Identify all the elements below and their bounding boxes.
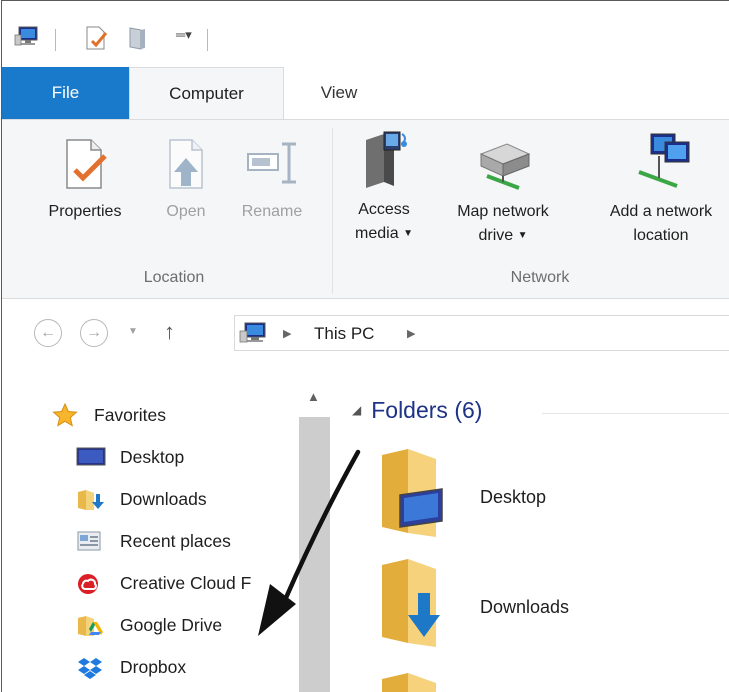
network-location-icon — [638, 133, 690, 188]
add-network-location-label-line1: Add a network — [609, 203, 713, 220]
folder-label: Desktop — [480, 487, 547, 507]
sidebar-item-label: Dropbox — [120, 657, 187, 677]
ribbon-group-separator — [332, 128, 333, 294]
access-media-button[interactable]: Access media ▼ — [342, 120, 426, 246]
toolbar-separator — [207, 29, 208, 51]
navigation-scrollbar[interactable]: ▲ — [298, 381, 331, 692]
map-network-drive-dropdown-icon[interactable]: ▼ — [518, 230, 528, 241]
content-pane: ◢ Folders (6) Desktop Downloads — [330, 373, 729, 692]
desktop-folder-icon — [382, 449, 443, 537]
back-button[interactable]: ← — [34, 319, 62, 347]
location-group-label: Location — [143, 269, 205, 286]
open-large-icon — [169, 139, 203, 189]
map-network-drive-button[interactable]: Map network drive ▼ — [430, 120, 576, 248]
dropbox-icon — [78, 658, 102, 679]
back-arrow-icon: ← — [40, 324, 56, 341]
access-media-dropdown-icon[interactable]: ▼ — [403, 228, 413, 239]
desktop-icon — [76, 447, 106, 466]
rename-button[interactable]: Rename — [228, 120, 316, 224]
properties-large-icon — [66, 139, 107, 189]
customize-toolbar-dropdown-icon[interactable]: ═▾ — [176, 27, 192, 43]
scrollbar-thumb[interactable] — [299, 417, 330, 692]
ribbon-panel: Properties Open Rename Location Access m… — [2, 119, 729, 299]
toolbar-separator — [55, 29, 56, 51]
rename-large-icon — [247, 142, 296, 184]
collapse-triangle-icon[interactable]: ◢ — [352, 403, 361, 417]
recent-places-icon — [77, 531, 101, 551]
downloads-folder-icon — [382, 559, 440, 647]
up-arrow-icon[interactable]: ↑ — [164, 319, 175, 345]
navigation-pane: Favorites Desktop Downloads Recent place… — [2, 373, 331, 692]
access-media-label-line1: Access — [358, 201, 410, 218]
network-group-label: Network — [510, 269, 570, 286]
this-pc-icon — [239, 321, 269, 350]
folder-label: Downloads — [480, 597, 570, 617]
add-network-location-label-line2: location — [633, 227, 689, 244]
quick-access-toolbar: ═▾ — [2, 1, 729, 67]
sidebar-item-label: Google Drive — [120, 615, 223, 635]
media-server-icon — [366, 131, 407, 188]
open-button[interactable]: Open — [150, 120, 222, 224]
sidebar-item-label: Recent places — [120, 531, 231, 551]
breadcrumb-chevron-icon[interactable]: ▶ — [407, 327, 415, 340]
sidebar-item-label: Creative Cloud F — [120, 573, 252, 593]
open-label: Open — [166, 203, 206, 220]
google-drive-icon — [78, 616, 103, 636]
ribbon-tabs: File Computer View — [2, 67, 729, 120]
sidebar-item-label: Downloads — [120, 489, 207, 509]
downloads-folder-icon — [78, 490, 104, 510]
tab-file[interactable]: File — [2, 67, 129, 119]
properties-button[interactable]: Properties — [32, 120, 138, 224]
properties-icon[interactable] — [84, 25, 108, 56]
folder-icon — [382, 673, 436, 692]
sidebar-item-label: Desktop — [120, 447, 185, 467]
creative-cloud-icon — [78, 574, 98, 594]
folders-section-title: Folders (6) — [371, 397, 483, 423]
breadcrumb-chevron-icon[interactable]: ▶ — [283, 327, 291, 340]
new-folder-icon[interactable] — [127, 25, 149, 56]
folders-section-header[interactable]: ◢ Folders (6) — [352, 397, 482, 424]
file-explorer-window: ═▾ File Computer View Properties Open Re… — [1, 0, 729, 692]
map-network-drive-label-line2: drive — [478, 227, 514, 244]
sidebar-item-label: Favorites — [94, 405, 166, 425]
forward-arrow-icon: → — [86, 324, 102, 341]
address-box[interactable]: ▶ This PC ▶ — [234, 315, 729, 351]
tab-view[interactable]: View — [294, 67, 384, 119]
navigation-bar: ← → ▼ ↑ ▶ This PC ▶ — [2, 299, 729, 373]
access-media-label-line2: media — [355, 225, 399, 242]
scroll-up-arrow-icon[interactable]: ▲ — [307, 389, 320, 404]
map-network-drive-label-line1: Map network — [457, 203, 549, 220]
network-drive-icon — [479, 143, 531, 190]
add-network-location-button[interactable]: Add a network location — [580, 120, 729, 248]
forward-button[interactable]: → — [80, 319, 108, 347]
this-pc-icon[interactable] — [14, 25, 40, 54]
tab-computer[interactable]: Computer — [129, 67, 284, 120]
section-divider — [542, 413, 729, 414]
rename-label: Rename — [241, 203, 303, 220]
properties-label: Properties — [48, 203, 122, 220]
recent-locations-dropdown-icon[interactable]: ▼ — [128, 326, 138, 337]
favorites-star-icon — [52, 403, 78, 427]
breadcrumb-this-pc[interactable]: This PC — [314, 324, 374, 344]
